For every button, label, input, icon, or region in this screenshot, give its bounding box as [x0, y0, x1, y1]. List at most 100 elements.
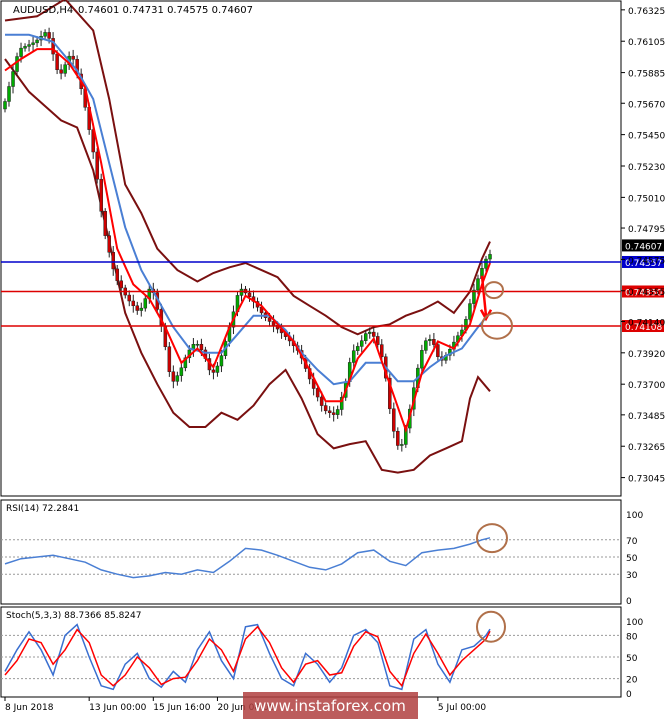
candle-body [171, 371, 176, 382]
price-tick-label: 0.74355 [628, 288, 665, 298]
candle-body [428, 339, 432, 341]
price-tick-label: 0.73920 [628, 350, 665, 360]
candle-body [31, 42, 35, 45]
candle-body [71, 55, 75, 60]
time-tick-label: 5 Jul 00:00 [438, 703, 487, 713]
candle-body [7, 86, 11, 102]
price-tick-label: 0.73045 [628, 475, 665, 485]
candle-body [43, 32, 47, 37]
candle-body [376, 336, 380, 345]
candle-body [59, 69, 63, 74]
candle-body [400, 444, 404, 446]
candle-body [331, 412, 336, 415]
candle-body [484, 258, 488, 269]
candle-body [396, 431, 400, 446]
symbol-header: AUDUSD,H4 [13, 5, 73, 16]
rsi-pane-frame [0, 499, 622, 605]
candle-body [103, 211, 107, 236]
candle-body [392, 408, 396, 432]
ohlc-header: 0.74601 0.74731 0.74575 0.74607 [78, 5, 253, 16]
candle-body [436, 344, 440, 357]
price-tick-label: 0.74140 [628, 318, 665, 328]
watermark-text: www.instaforex.com [254, 697, 406, 715]
candle-body [363, 333, 368, 341]
candle-body [35, 39, 39, 44]
candle-body [139, 307, 144, 311]
candle-body [432, 339, 436, 345]
time-tick-label: 15 Jun 16:00 [153, 703, 210, 713]
candle-body [179, 367, 184, 376]
price-tick-label: 0.74575 [628, 256, 665, 266]
candle-body [135, 305, 140, 311]
candle-body [115, 268, 119, 282]
price-tick-label: 0.75010 [628, 194, 665, 204]
candle-body [143, 298, 148, 309]
candle-body [488, 254, 492, 260]
stoch-tick-label: 50 [626, 654, 638, 664]
candle-body [424, 340, 428, 351]
candle-body [380, 344, 384, 357]
time-tick-label: 8 Jun 2018 [5, 703, 54, 713]
candle-body [11, 71, 15, 87]
candle-body [239, 288, 244, 296]
candle-body [47, 32, 51, 39]
candle-body [319, 396, 324, 406]
candle-body [247, 292, 252, 297]
candle-body [23, 46, 27, 49]
candle-body [107, 235, 111, 253]
price-tick-label: 0.75450 [628, 132, 665, 142]
candle-body [420, 350, 424, 369]
candle-body [368, 331, 372, 334]
candle-body [215, 365, 220, 373]
candle-body [359, 340, 364, 347]
candle-body [355, 346, 360, 351]
candle-body [335, 409, 340, 415]
candle-body [55, 53, 59, 70]
candle-body [476, 278, 480, 291]
candle-body [3, 101, 7, 110]
price-tick-label: 0.76325 [628, 7, 665, 17]
rsi-tick-label: 100 [626, 511, 643, 521]
candle-body [323, 405, 328, 412]
price-tick-label: 0.73700 [628, 381, 665, 391]
candle-body [127, 294, 132, 302]
candle-body [175, 375, 180, 382]
chart-svg: 0.745570.743500.741080.74607 0.763250.76… [0, 0, 665, 719]
time-tick-label: 13 Jun 00:00 [89, 703, 146, 713]
stoch-label: Stoch(5,3,3) 88.7366 85.8247 [6, 611, 141, 621]
candle-body [131, 300, 136, 307]
candle-body [351, 350, 356, 363]
candle-body [111, 252, 115, 270]
rsi-tick-label: 30 [626, 571, 638, 581]
candle-body [211, 369, 216, 373]
candle-body [167, 346, 172, 372]
candle-body [327, 410, 332, 413]
stoch-tick-label: 100 [626, 618, 643, 628]
candle-body [99, 178, 103, 212]
rsi-tick-label: 50 [626, 554, 638, 564]
candle-body [27, 44, 31, 47]
rsi-tick-label: 0 [626, 597, 632, 607]
stoch-tick-label: 80 [626, 632, 638, 642]
candle-body [468, 303, 472, 320]
stoch-tick-label: 0 [626, 690, 632, 700]
price-tick-label: 0.75670 [628, 100, 665, 110]
candle-body [199, 344, 204, 351]
price-tick-label: 0.75885 [628, 70, 665, 80]
rsi-tick-label: 70 [626, 537, 638, 547]
chart-root: 0.74557 0.74350 0.74108 0.74607 0.76325 0.76… [0, 0, 665, 719]
price-tick-label: 0.75230 [628, 163, 665, 173]
price-tick-label: 0.74795 [628, 225, 665, 235]
candle-body [63, 64, 67, 74]
price-tick-label: 0.76105 [628, 38, 665, 48]
rsi-label: RSI(14) 72.2841 [6, 504, 79, 514]
price-tick-label: 0.73265 [628, 443, 665, 453]
candle-body [15, 56, 19, 72]
candle-body [372, 331, 376, 337]
stoch-tick-label: 20 [626, 676, 638, 686]
last-price-tag-label: 0.74607 [625, 242, 662, 252]
candle-body [119, 280, 123, 289]
candle-body [267, 317, 272, 322]
candle-body [95, 151, 99, 180]
candle-body [195, 344, 200, 346]
